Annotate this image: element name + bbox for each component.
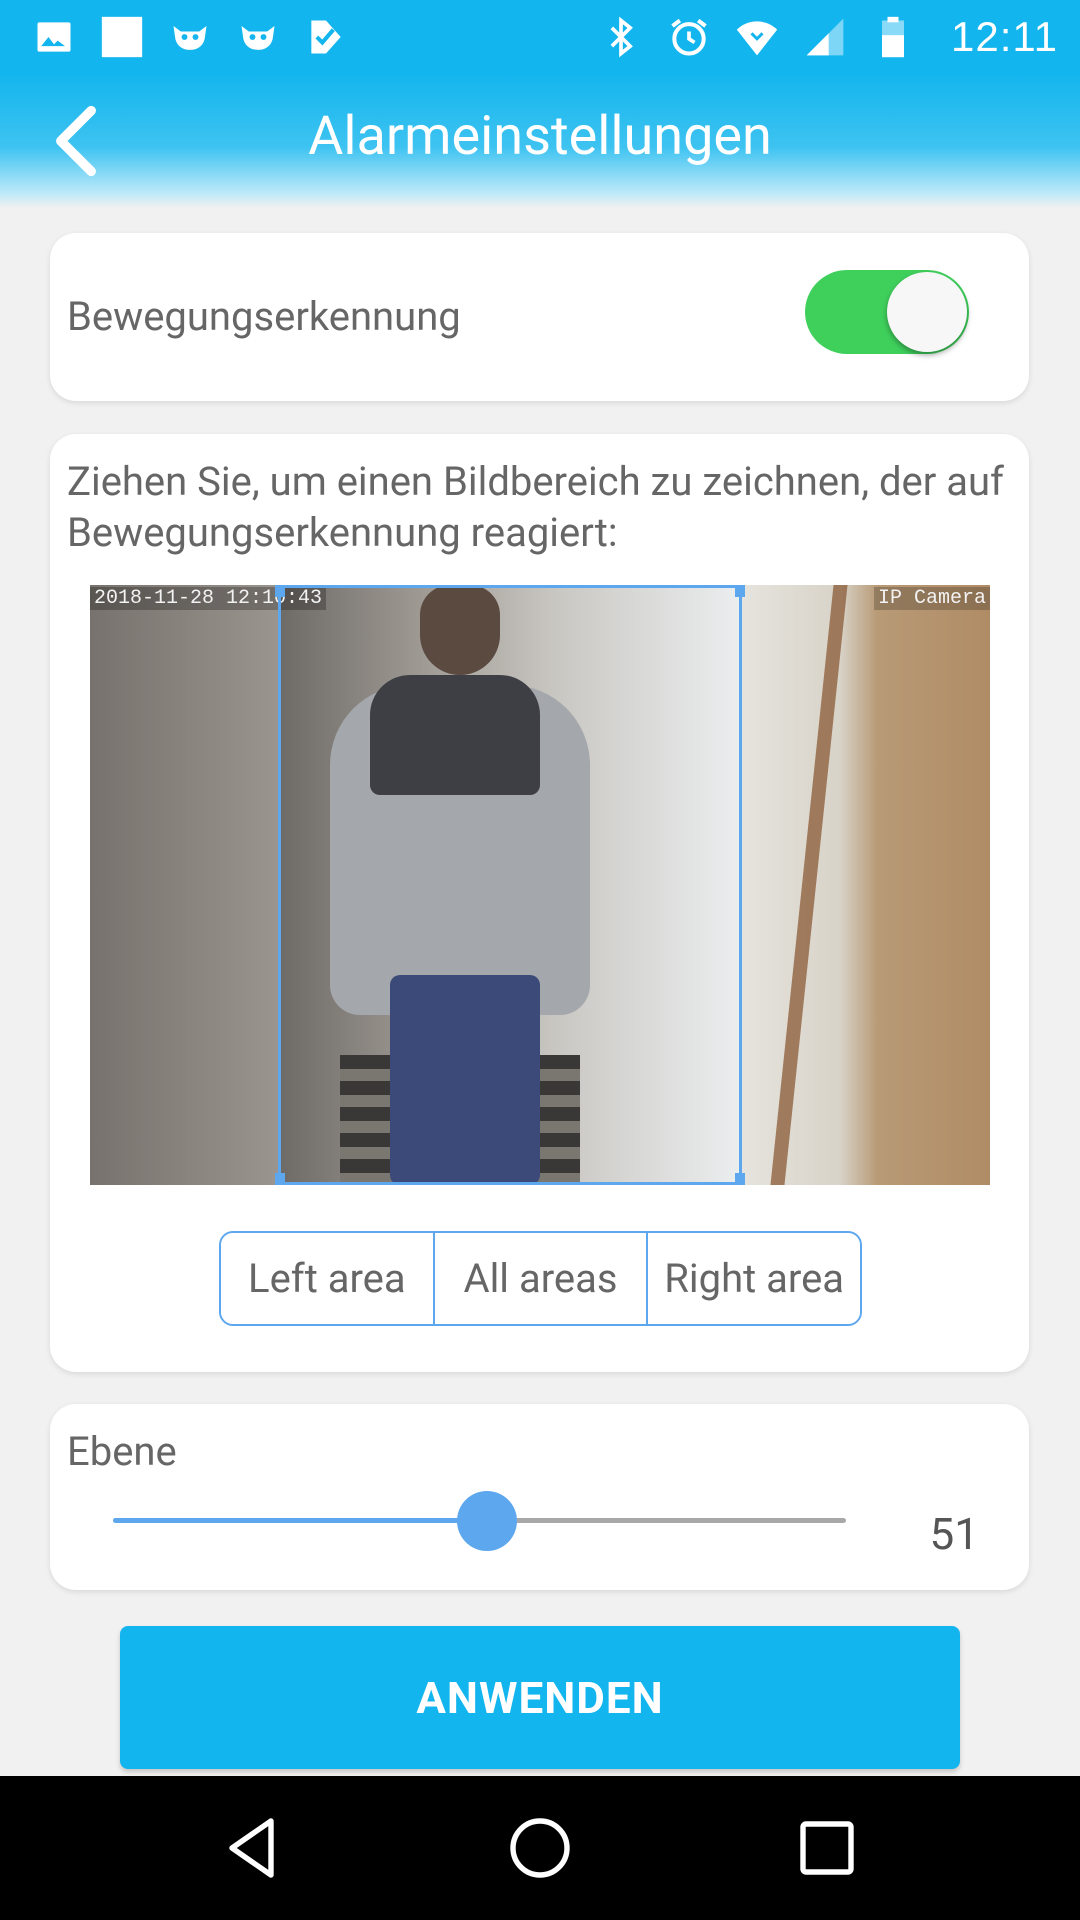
app-header: Alarmeinstellungen: [0, 73, 1080, 208]
bluetooth-icon: [599, 15, 643, 59]
monster-icon: [236, 15, 280, 59]
motion-detection-label: Bewegungserkennung: [67, 293, 461, 340]
motion-detection-toggle[interactable]: [805, 270, 969, 354]
toggle-knob: [887, 272, 967, 352]
camera-preview[interactable]: 2018-11-28 12:10:43 IP Camera: [90, 585, 990, 1185]
selection-handle[interactable]: [275, 1173, 285, 1185]
selection-handle[interactable]: [275, 585, 285, 597]
white-square-icon: [100, 15, 144, 59]
check-icon: [304, 15, 348, 59]
motion-detection-card: Bewegungserkennung: [50, 233, 1029, 401]
page-title: Alarmeinstellungen: [308, 105, 772, 168]
area-instructions: Ziehen Sie, um einen Bildbereich zu zeic…: [67, 458, 1004, 556]
right-area-button[interactable]: Right area: [646, 1233, 860, 1324]
level-label: Ebene: [67, 1428, 177, 1475]
image-icon: [32, 15, 76, 59]
level-slider[interactable]: [113, 1490, 846, 1551]
wifi-icon: [735, 15, 779, 59]
camera-label: IP Camera: [873, 587, 990, 610]
alarm-icon: [667, 15, 711, 59]
area-preset-buttons: Left area All areas Right area: [219, 1231, 862, 1326]
motion-area-selection[interactable]: [275, 585, 745, 1185]
left-area-button[interactable]: Left area: [221, 1233, 433, 1324]
home-circle-icon: [510, 1818, 570, 1878]
selection-handle[interactable]: [735, 585, 745, 597]
slider-fill: [113, 1518, 487, 1523]
status-left-icons: [32, 15, 348, 59]
camera-scene-wall: [90, 585, 280, 1185]
area-selection-card: Ziehen Sie, um einen Bildbereich zu zeic…: [50, 434, 1029, 1372]
selection-handle[interactable]: [735, 1173, 745, 1185]
battery-icon: [871, 15, 915, 59]
back-triangle-icon: [229, 1818, 275, 1878]
monster-icon: [168, 15, 212, 59]
nav-recents-button[interactable]: [787, 1808, 867, 1888]
navigation-bar: [0, 1776, 1080, 1920]
status-bar: 12:11: [0, 0, 1080, 73]
recents-square-icon: [799, 1821, 854, 1875]
signal-icon: [803, 15, 847, 59]
apply-button[interactable]: ANWENDEN: [120, 1626, 960, 1769]
level-card: Ebene 51: [50, 1404, 1029, 1590]
all-areas-button[interactable]: All areas: [432, 1233, 647, 1324]
status-time: 12:11: [951, 12, 1058, 60]
nav-home-button[interactable]: [500, 1808, 580, 1888]
camera-scene-door: [740, 585, 990, 1185]
status-right-icons: 12:11: [599, 13, 1058, 61]
slider-thumb[interactable]: [456, 1491, 517, 1551]
level-value: 51: [929, 1508, 979, 1560]
nav-back-button[interactable]: [213, 1808, 293, 1888]
